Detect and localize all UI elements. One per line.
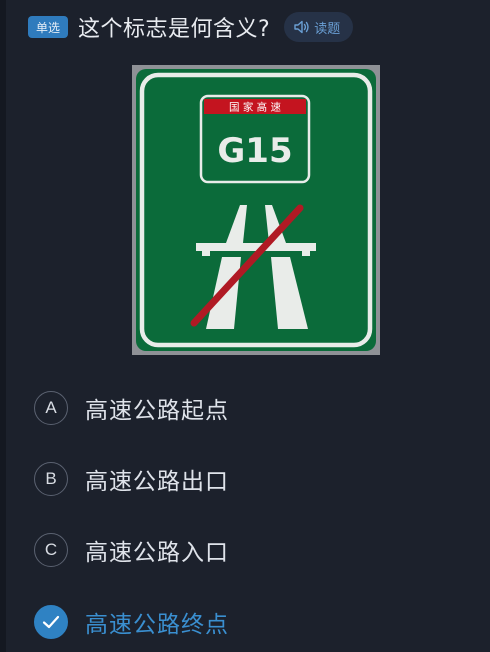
- option-a-letter: A: [34, 391, 68, 425]
- question-type-badge: 单选: [28, 16, 68, 38]
- option-c-letter: C: [34, 533, 68, 567]
- option-d-selected-indicator: [34, 605, 68, 639]
- option-a-label: 高速公路起点: [85, 398, 229, 424]
- sign-route-number: G15: [217, 131, 292, 171]
- question-text: 这个标志是何含义?: [78, 17, 271, 42]
- option-a[interactable]: A 高速公路起点: [34, 389, 229, 427]
- read-question-label: 读题: [314, 21, 341, 37]
- question-header: 单选 这个标志是何含义? 读题: [28, 12, 354, 42]
- check-icon: [42, 615, 60, 629]
- traffic-sign-image: 国 家 高 速 G15: [132, 65, 380, 355]
- option-d-label: 高速公路终点: [85, 612, 229, 638]
- read-question-button[interactable]: 读题: [284, 12, 354, 42]
- sign-banner-text: 国 家 高 速: [229, 101, 282, 114]
- option-b-letter: B: [34, 462, 68, 496]
- option-c-label: 高速公路入口: [85, 540, 229, 566]
- option-d[interactable]: 高速公路终点: [34, 603, 229, 641]
- speaker-icon: [294, 20, 310, 34]
- question-page: 单选 这个标志是何含义? 读题 国 家 高 速 G15 A 高速公路起点 B 高…: [0, 0, 490, 652]
- route-shield: 国 家 高 速 G15: [199, 94, 311, 184]
- option-b[interactable]: B 高速公路出口: [34, 460, 229, 498]
- option-c[interactable]: C 高速公路入口: [34, 531, 229, 569]
- left-edge: [0, 0, 6, 652]
- option-b-label: 高速公路出口: [85, 469, 229, 495]
